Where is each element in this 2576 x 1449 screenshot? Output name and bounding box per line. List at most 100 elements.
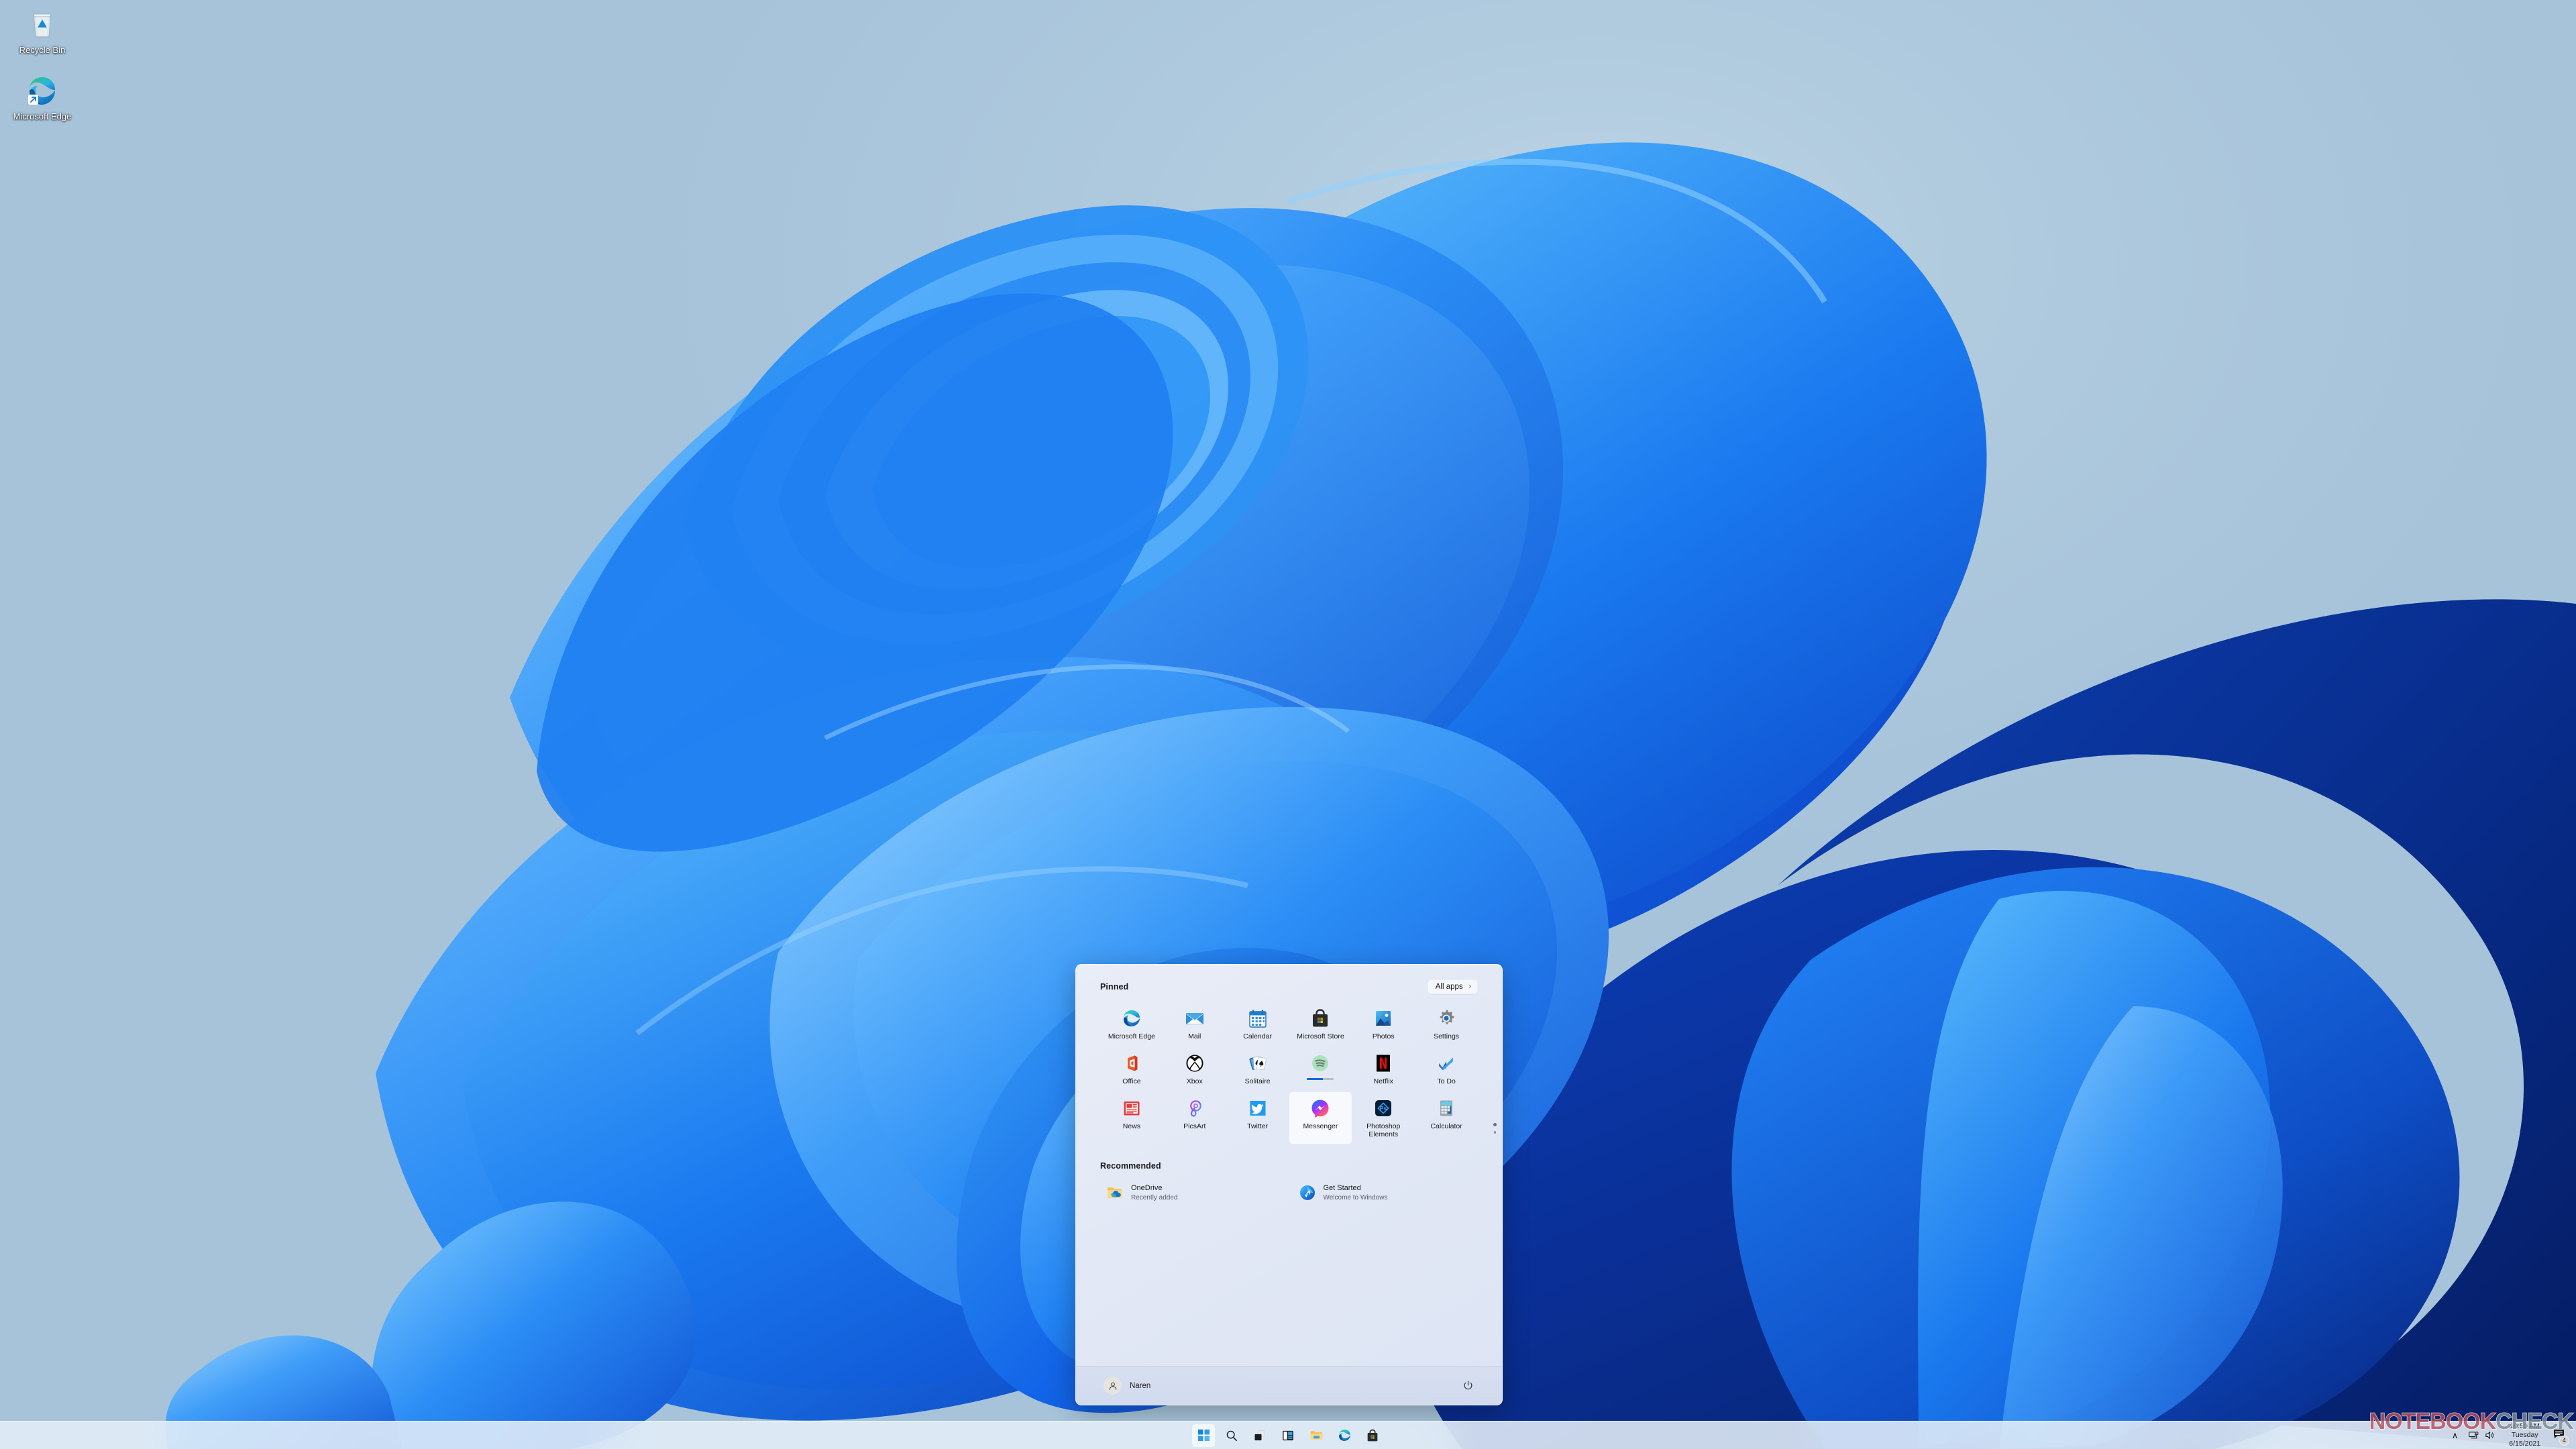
pinned-app-calculator[interactable]: Calculator [1415,1092,1478,1144]
desktop-icon-microsoft-edge[interactable]: Microsoft Edge [5,73,79,122]
taskbar-microsoft-edge-button[interactable] [1333,1424,1356,1447]
start-menu-footer: Naren [1076,1366,1502,1405]
chevron-right-icon: › [1468,983,1471,990]
solitaire-icon [1248,1053,1268,1073]
all-apps-button[interactable]: All apps › [1427,979,1478,994]
twitter-icon [1248,1098,1268,1118]
file-explorer-icon [1310,1431,1322,1440]
xbox-icon [1185,1053,1205,1073]
pinned-app-settings[interactable]: Settings [1415,1002,1478,1046]
pinned-app-label: Mail [1188,1032,1201,1040]
pinned-app-label: Photos [1372,1032,1395,1040]
onedrive-folder-icon [1106,1184,1124,1201]
desktop-icon-recycle-bin[interactable]: Recycle Bin [5,7,79,56]
photos-icon [1373,1008,1393,1028]
all-apps-label: All apps [1435,983,1463,991]
scroll-dot-inactive [1493,1131,1497,1134]
taskbar-widgets-button[interactable] [1277,1424,1299,1447]
clock-day: Tuesday [2511,1430,2538,1439]
messenger-icon [1310,1098,1330,1118]
to-do-icon [1436,1053,1456,1073]
pinned-app-mail[interactable]: Mail [1163,1002,1226,1046]
power-icon [1464,1381,1472,1390]
pinned-app-label: Calendar [1243,1032,1272,1040]
pinned-app-label: To Do [1437,1077,1456,1085]
desktop-icon-list: Recycle Bin Microsoft Edge [5,7,79,121]
calendar-icon [1248,1008,1268,1028]
taskbar[interactable]: ∧ 10:50 AM Tuesday 6/15/2021 4 [0,1421,2576,1449]
pinned-app-netflix[interactable]: Netflix [1352,1047,1415,1091]
recommended-list: OneDrive Recently added Get Started Welc… [1100,1179,1478,1207]
notification-center-button[interactable]: 4 [2548,1425,2571,1446]
taskbar-start-button[interactable] [1192,1424,1215,1447]
recommended-item-title: Get Started [1323,1184,1361,1193]
pinned-app-microsoft-store[interactable]: Microsoft Store [1289,1002,1352,1046]
pinned-app-photos[interactable]: Photos [1352,1002,1415,1046]
tray-overflow-button[interactable]: ∧ [2449,1427,2462,1444]
taskbar-clock[interactable]: 10:50 AM Tuesday 6/15/2021 [2502,1421,2547,1449]
clock-time: 10:50 AM [2510,1421,2540,1430]
windows-start-icon [1197,1429,1210,1442]
pinned-app-messenger[interactable]: Messenger [1289,1091,1352,1144]
user-name-label: Naren [1130,1381,1151,1390]
pinned-app-label: Solitaire [1244,1077,1271,1085]
widgets-icon [1283,1430,1293,1440]
pinned-app-label: Microsoft Store [1297,1032,1344,1040]
pinned-app-twitter[interactable]: Twitter [1226,1092,1289,1144]
taskbar-center-group [1192,1421,1384,1449]
recommended-item-onedrive[interactable]: OneDrive Recently added [1100,1179,1286,1207]
tray-quick-settings-button[interactable] [2463,1427,2501,1444]
start-menu-body: Pinned All apps › Microsoft Edge Mail Ca… [1076,965,1502,1366]
pinned-app-label: Calculator [1430,1122,1462,1130]
taskbar-file-explorer-button[interactable] [1305,1424,1328,1447]
calculator-icon [1436,1098,1456,1118]
notification-count-badge: 4 [2559,1435,2569,1446]
microsoft-store-icon [1310,1008,1330,1028]
pinned-app-label: Microsoft Edge [1108,1032,1155,1040]
recommended-item-get-started[interactable]: Get Started Welcome to Windows [1293,1179,1479,1207]
install-progress-bar [1307,1077,1334,1081]
recommended-item-subtitle: Welcome to Windows [1323,1193,1388,1201]
taskbar-microsoft-store-button[interactable] [1361,1424,1384,1447]
pinned-app-spotify-installing[interactable] [1289,1047,1352,1091]
recommended-title: Recommended [1100,1161,1161,1171]
scroll-dot-active [1493,1123,1497,1126]
pinned-app-label: Office [1122,1077,1141,1085]
network-icon [2469,1432,2479,1439]
recommended-item-text: OneDrive Recently added [1131,1184,1178,1201]
pinned-app-label: Netflix [1373,1077,1393,1085]
taskbar-search-button[interactable] [1220,1424,1243,1447]
start-menu[interactable]: Pinned All apps › Microsoft Edge Mail Ca… [1075,964,1503,1405]
spotify-icon [1310,1053,1330,1073]
taskbar-system-tray: ∧ 10:50 AM Tuesday 6/15/2021 4 [2449,1421,2571,1449]
settings-gear-icon [1436,1008,1456,1028]
pinned-app-label: PicsArt [1183,1122,1206,1130]
recommended-header: Recommended [1100,1161,1478,1171]
pinned-app-photoshop-elements[interactable]: Ps Photoshop Elements [1352,1092,1415,1144]
pinned-apps-grid: Microsoft Edge Mail Calendar Microsoft S… [1100,1002,1478,1144]
pinned-app-label: News [1122,1122,1141,1130]
news-icon [1122,1098,1142,1118]
pinned-app-solitaire[interactable]: Solitaire [1226,1047,1289,1091]
pinned-app-calendar[interactable]: Calendar [1226,1002,1289,1046]
pinned-app-picsart[interactable]: PicsArt [1163,1092,1226,1144]
pinned-app-microsoft-edge[interactable]: Microsoft Edge [1100,1002,1163,1046]
pinned-app-to-do[interactable]: To Do [1415,1047,1478,1091]
netflix-icon [1373,1053,1393,1073]
recommended-item-subtitle: Recently added [1131,1193,1178,1201]
pinned-app-news[interactable]: News [1100,1092,1163,1144]
pinned-app-label: Settings [1434,1032,1460,1040]
microsoft-edge-icon [1122,1008,1142,1028]
pinned-app-xbox[interactable]: Xbox [1163,1047,1226,1091]
microsoft-store-icon [1367,1429,1378,1441]
power-button[interactable] [1458,1376,1478,1396]
pinned-app-label: Xbox [1186,1077,1203,1085]
pinned-scroll-indicator[interactable] [1493,1123,1497,1134]
desktop-icon-label: Microsoft Edge [13,111,72,121]
user-account-button[interactable]: Naren [1100,1373,1157,1398]
pinned-app-office[interactable]: Office [1100,1047,1163,1091]
pinned-app-label: Messenger [1303,1122,1338,1130]
pinned-header: Pinned All apps › [1100,979,1478,994]
picsart-icon [1185,1098,1205,1118]
taskbar-task-view-button[interactable] [1248,1424,1271,1447]
